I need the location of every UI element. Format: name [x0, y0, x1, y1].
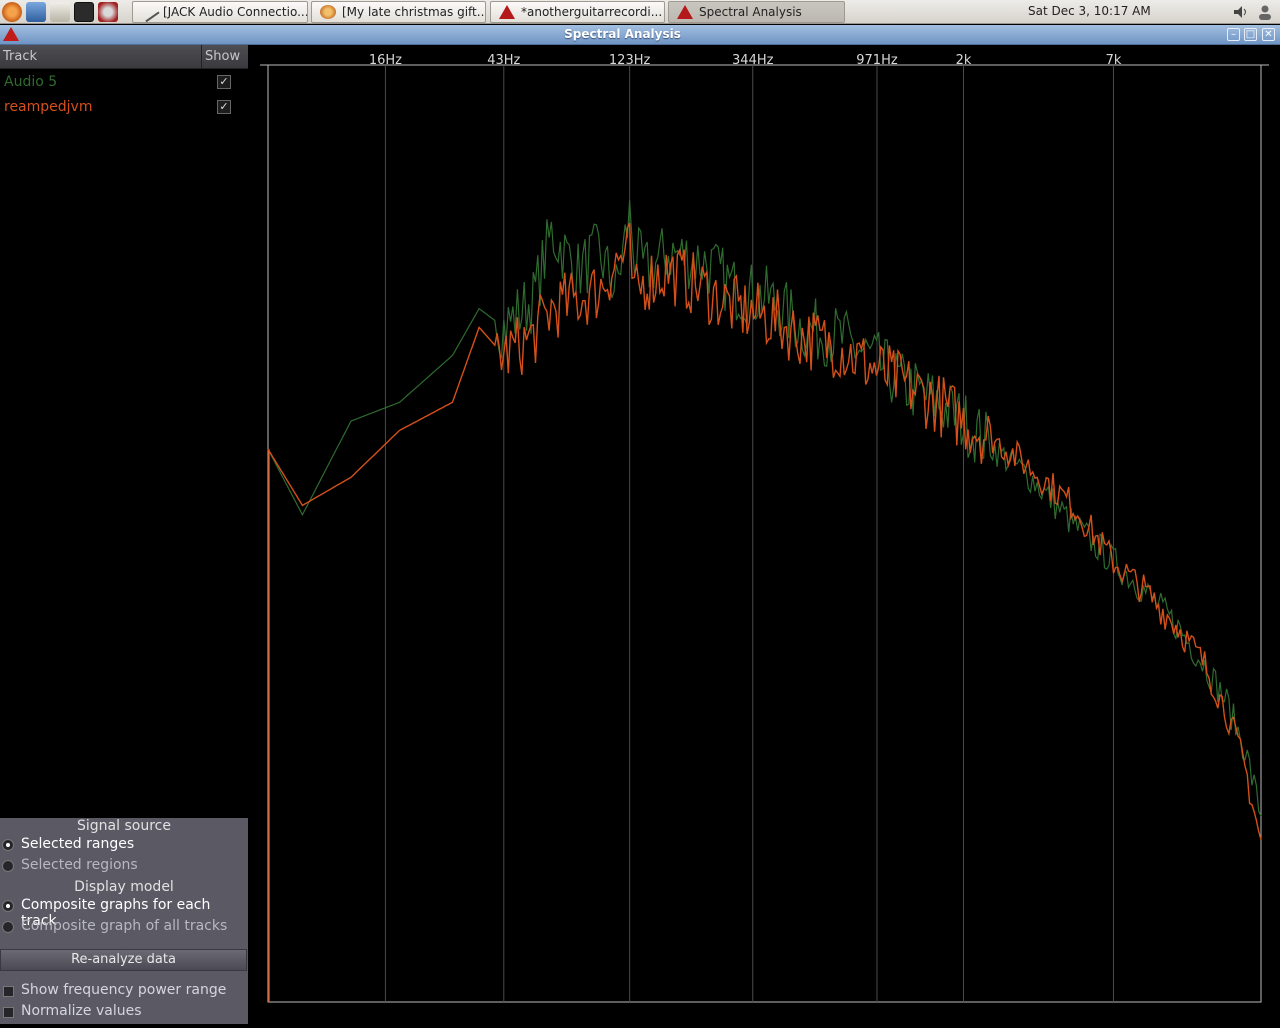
- source-selected-regions-radio[interactable]: Selected regions: [0, 856, 248, 876]
- ubuntu-menu-icon[interactable]: [2, 2, 22, 22]
- signal-source-label: Signal source: [77, 818, 171, 834]
- spectrum-graph[interactable]: 16Hz 43Hz 123Hz 344Hz 971Hz 2k 7k: [248, 45, 1280, 1024]
- spectrum-plot[interactable]: 16Hz 43Hz 123Hz 344Hz 971Hz 2k 7k: [248, 45, 1280, 1024]
- home-folder-icon[interactable]: [50, 2, 70, 22]
- volume-icon[interactable]: [1232, 3, 1250, 21]
- spectrum-line: [267, 200, 1262, 817]
- track-column-header[interactable]: Track: [3, 49, 37, 64]
- display-model-label: Display model: [74, 879, 174, 895]
- close-button[interactable]: ✕: [1262, 28, 1275, 41]
- track-row[interactable]: reampedjvm ✓: [0, 95, 248, 119]
- checkbox-label: Normalize values: [21, 1003, 142, 1019]
- track-show-checkbox[interactable]: ✓: [217, 100, 231, 114]
- radio-indicator[interactable]: [2, 921, 14, 933]
- task-spectral-analysis[interactable]: Spectral Analysis: [668, 1, 845, 23]
- spectrum-line: [267, 222, 1262, 840]
- radio-indicator[interactable]: [2, 839, 14, 851]
- x-tick-label: 971Hz: [856, 53, 898, 68]
- x-tick-label: 7k: [1106, 53, 1122, 68]
- plot-frame: [260, 64, 1269, 1003]
- firefox-icon: [320, 5, 336, 19]
- track-show-checkbox[interactable]: ✓: [217, 75, 231, 89]
- left-panel: Track Show Audio 5 ✓ reampedjvm ✓ Signal…: [0, 45, 248, 1024]
- task-label: Spectral Analysis: [699, 5, 802, 19]
- radio-label: Selected regions: [21, 857, 138, 873]
- display-composite-all-radio[interactable]: Composite graph of all tracks: [0, 917, 248, 937]
- window-titlebar[interactable]: Spectral Analysis – □ ✕: [0, 25, 1280, 45]
- track-row[interactable]: Audio 5 ✓: [0, 70, 248, 94]
- show-power-range-checkbox[interactable]: Show frequency power range: [0, 981, 248, 1001]
- task-label: *anotherguitarrecordi...: [521, 5, 663, 19]
- track-name: reampedjvm: [4, 99, 93, 115]
- show-column-header[interactable]: Show: [201, 45, 240, 69]
- jack-icon: [138, 2, 160, 22]
- terminal-icon[interactable]: [74, 2, 94, 22]
- source-selected-ranges-radio[interactable]: Selected ranges: [0, 835, 248, 855]
- radio-label: Selected ranges: [21, 836, 135, 852]
- ardour-icon: [499, 5, 515, 19]
- frequency-tick-labels: 16Hz 43Hz 123Hz 344Hz 971Hz 2k 7k: [369, 53, 1122, 68]
- normalize-values-checkbox[interactable]: Normalize values: [0, 1002, 248, 1022]
- track-list-header: Track Show: [0, 45, 248, 69]
- task-ardour-editor[interactable]: *anotherguitarrecordi...: [490, 1, 665, 23]
- reanalyze-button[interactable]: Re-analyze data: [0, 949, 247, 971]
- x-tick-label: 2k: [956, 53, 972, 68]
- maximize-button[interactable]: □: [1244, 28, 1257, 41]
- radio-label: Composite graph of all tracks: [21, 918, 228, 934]
- x-tick-label: 344Hz: [732, 53, 774, 68]
- radio-indicator[interactable]: [2, 860, 14, 872]
- checkbox-indicator[interactable]: [3, 1007, 14, 1018]
- frequency-grid: [384, 65, 1114, 1002]
- radio-indicator[interactable]: [2, 900, 14, 912]
- track-name: Audio 5: [4, 74, 58, 90]
- system-tools-icon[interactable]: [98, 2, 118, 22]
- x-tick-label: 43Hz: [487, 53, 520, 68]
- task-firefox[interactable]: [My late christmas gift...: [311, 1, 486, 23]
- x-tick-label: 16Hz: [369, 53, 402, 68]
- analysis-controls: Signal source Selected ranges Selected r…: [0, 818, 248, 1024]
- minimize-button[interactable]: –: [1227, 28, 1240, 41]
- user-switch-icon[interactable]: [1256, 3, 1274, 21]
- browser-launcher-icon[interactable]: [26, 2, 46, 22]
- top-panel: [JACK Audio Connectio... [My late christ…: [0, 0, 1280, 24]
- task-jack[interactable]: [JACK Audio Connectio...: [132, 1, 308, 23]
- window-title: Spectral Analysis: [564, 27, 681, 41]
- spectrum-lines: [267, 200, 1262, 1002]
- display-composite-each-radio[interactable]: Composite graphs for each track: [0, 896, 248, 929]
- clock[interactable]: Sat Dec 3, 10:17 AM: [1028, 4, 1151, 18]
- plot-border: [267, 64, 1262, 1003]
- checkbox-indicator[interactable]: [3, 986, 14, 997]
- task-label: [My late christmas gift...: [342, 5, 486, 19]
- checkbox-label: Show frequency power range: [21, 982, 227, 998]
- ardour-icon: [677, 5, 693, 19]
- x-tick-label: 123Hz: [609, 53, 651, 68]
- task-label: [JACK Audio Connectio...: [163, 5, 308, 19]
